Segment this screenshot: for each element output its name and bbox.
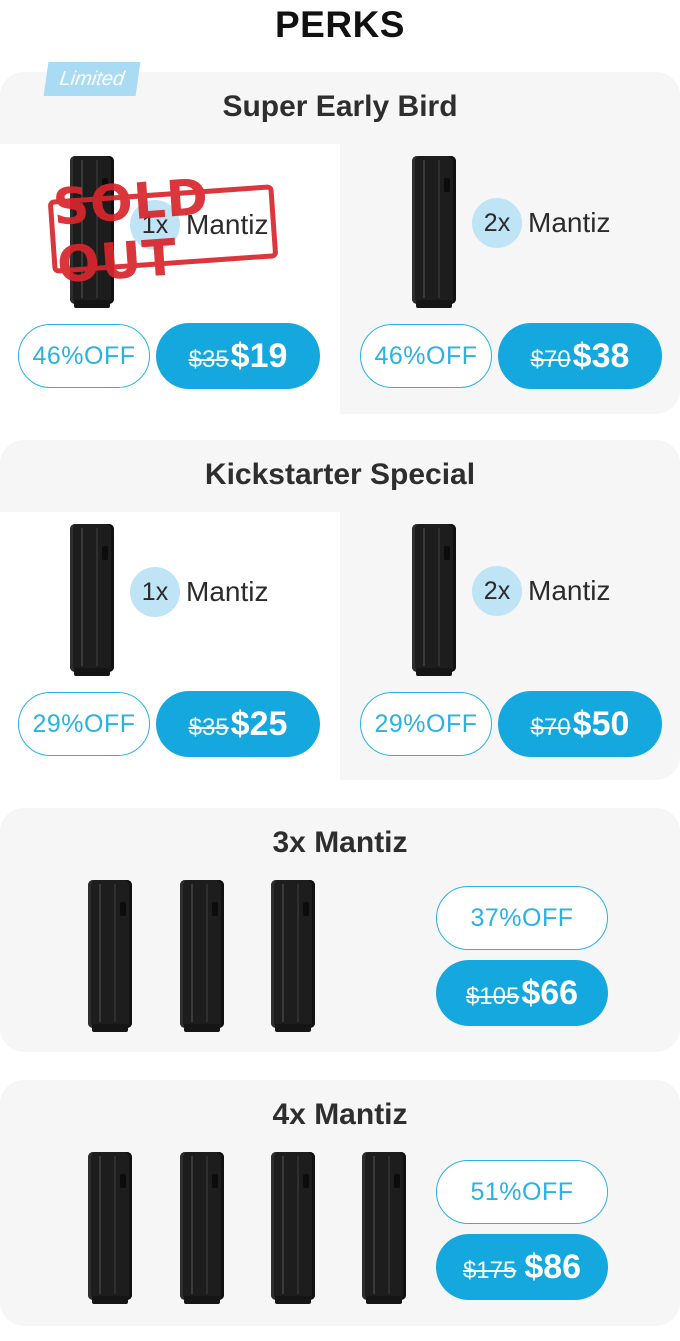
quantity-label: 1x Mantiz <box>130 567 268 617</box>
perk-card-4x-mantiz[interactable]: 4x Mantiz 51%OFF $175 $86 <box>0 1080 680 1326</box>
price-button[interactable]: $35 $19 <box>156 323 320 389</box>
perk-card-kickstarter-special: Kickstarter Special 1x Mantiz 29%OFF $35… <box>0 440 680 780</box>
mantiz-device-image <box>88 880 132 1032</box>
discount-pill: 51%OFF <box>436 1160 608 1224</box>
sold-out-stamp: SOLD OUT <box>47 168 279 294</box>
product-name: Mantiz <box>528 575 611 606</box>
perk-card-3x-mantiz[interactable]: 3x Mantiz 37%OFF $105 $66 <box>0 808 680 1052</box>
price-button[interactable]: $175 $86 <box>436 1234 608 1300</box>
sale-price: $38 <box>572 337 630 375</box>
price-button[interactable]: $70 $50 <box>498 691 662 757</box>
perk-title: 4x Mantiz <box>272 1098 408 1131</box>
price-button[interactable]: $35 $25 <box>156 691 320 757</box>
sale-price: $86 <box>524 1248 582 1286</box>
quantity-badge: 2x <box>472 198 522 248</box>
original-price: $175 <box>462 1257 517 1284</box>
product-name: Mantiz <box>186 576 269 607</box>
page-title: PERKS <box>275 4 405 45</box>
discount-pill: 37%OFF <box>436 886 608 950</box>
mantiz-device-image <box>70 524 114 676</box>
original-price: $105 <box>465 983 520 1010</box>
perk-title: Kickstarter Special <box>204 458 476 491</box>
mantiz-device-image <box>88 1152 132 1304</box>
quantity-label: 2x Mantiz <box>472 566 610 616</box>
product-name: Mantiz <box>528 207 611 238</box>
price-button[interactable]: $70 $38 <box>498 323 662 389</box>
original-price: $35 <box>188 346 229 373</box>
original-price: $70 <box>530 714 571 741</box>
sale-price: $25 <box>230 705 288 743</box>
limited-badge: Limited <box>43 62 141 96</box>
mantiz-device-image <box>271 880 315 1032</box>
mantiz-device-image <box>271 1152 315 1304</box>
mantiz-device-image <box>180 880 224 1032</box>
original-price: $70 <box>530 346 571 373</box>
mantiz-device-image <box>180 1152 224 1304</box>
discount-pill: 29%OFF <box>360 692 492 756</box>
perk-option-2x-panel[interactable]: 2x Mantiz 46%OFF $70 $38 <box>340 144 680 414</box>
mantiz-device-image <box>412 524 456 676</box>
discount-pill: 46%OFF <box>18 324 150 388</box>
discount-pill: 29%OFF <box>18 692 150 756</box>
mantiz-device-image <box>412 156 456 308</box>
original-price: $35 <box>188 714 229 741</box>
price-button[interactable]: $105 $66 <box>436 960 608 1026</box>
quantity-badge: 2x <box>472 566 522 616</box>
discount-pill: 46%OFF <box>360 324 492 388</box>
sale-price: $50 <box>572 705 630 743</box>
quantity-label: 2x Mantiz <box>472 198 610 248</box>
perk-option-1x-panel[interactable]: 1x Mantiz 29%OFF $35 $25 <box>0 512 340 780</box>
quantity-badge: 1x <box>130 567 180 617</box>
perk-option-2x-panel[interactable]: 2x Mantiz 29%OFF $70 $50 <box>340 512 680 780</box>
sale-price: $66 <box>521 974 579 1012</box>
perk-title: 3x Mantiz <box>272 826 408 859</box>
mantiz-device-image <box>362 1152 406 1304</box>
sale-price: $19 <box>230 337 288 375</box>
